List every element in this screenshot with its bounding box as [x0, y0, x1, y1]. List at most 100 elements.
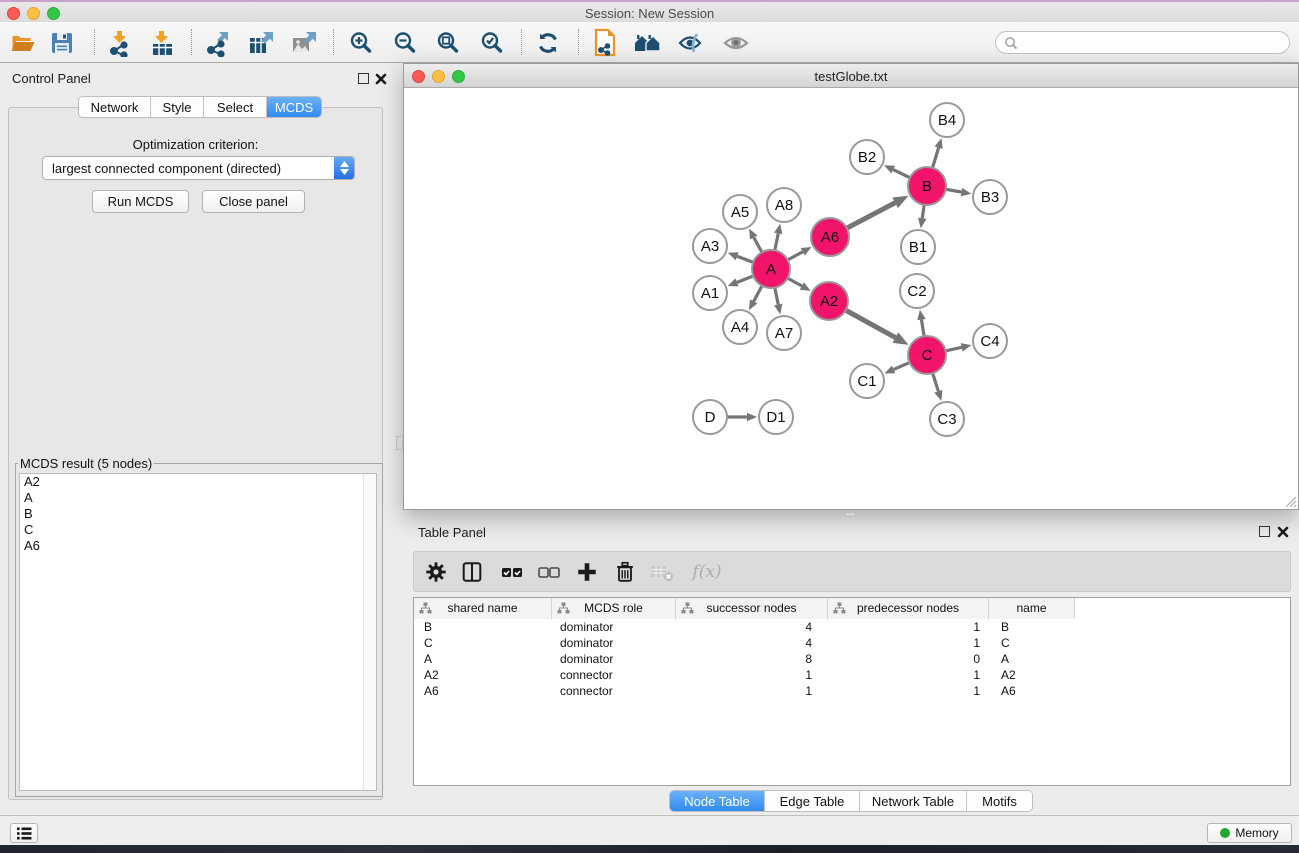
- graph-node-C3[interactable]: C3: [930, 402, 964, 436]
- control-panel-float-button[interactable]: [358, 73, 369, 84]
- table-row[interactable]: A2connector11A2: [414, 667, 1290, 683]
- table-cell[interactable]: dominator: [552, 635, 676, 651]
- control-panel-close-button[interactable]: [375, 73, 387, 85]
- table-cell[interactable]: C: [989, 635, 1075, 651]
- table-cell[interactable]: dominator: [552, 619, 676, 635]
- zoom-in-button[interactable]: [345, 28, 377, 58]
- memory-button[interactable]: Memory: [1207, 823, 1292, 843]
- run-mcds-button[interactable]: Run MCDS: [92, 190, 189, 213]
- network-vertical-scroll-thumb[interactable]: [396, 436, 403, 450]
- table-cell[interactable]: 4: [676, 635, 828, 651]
- save-session-button[interactable]: [46, 28, 78, 58]
- graph-node-A6[interactable]: A6: [811, 218, 849, 256]
- table-row[interactable]: Cdominator41C: [414, 635, 1290, 651]
- import-table-button[interactable]: [146, 28, 178, 58]
- table-cell[interactable]: 1: [828, 619, 989, 635]
- open-session-button[interactable]: [6, 28, 38, 58]
- table-cell[interactable]: 0: [828, 651, 989, 667]
- delete-table-button-disabled[interactable]: [646, 557, 678, 587]
- graph-node-A3[interactable]: A3: [693, 229, 727, 263]
- table-cell[interactable]: 1: [828, 667, 989, 683]
- graph-node-C2[interactable]: C2: [900, 274, 934, 308]
- column-header[interactable]: name: [989, 598, 1075, 619]
- criterion-dropdown[interactable]: largest connected component (directed): [42, 156, 355, 180]
- table-cell[interactable]: A2: [989, 667, 1075, 683]
- delete-column-button[interactable]: [609, 557, 641, 587]
- table-cell[interactable]: A: [989, 651, 1075, 667]
- task-history-button[interactable]: [10, 823, 38, 843]
- graph-node-C4[interactable]: C4: [973, 324, 1007, 358]
- graph-node-C[interactable]: C: [908, 336, 946, 374]
- export-table-button[interactable]: [245, 28, 277, 58]
- function-builder-button-disabled[interactable]: f(x): [686, 557, 728, 587]
- network-window-titlebar[interactable]: testGlobe.txt: [404, 64, 1298, 88]
- zoom-selected-button[interactable]: [476, 28, 508, 58]
- panel-resize-handle[interactable]: [845, 512, 856, 517]
- table-cell[interactable]: 1: [676, 683, 828, 699]
- export-network-button[interactable]: [202, 28, 234, 58]
- table-row[interactable]: Adominator80A: [414, 651, 1290, 667]
- table-cell[interactable]: connector: [552, 667, 676, 683]
- table-cell[interactable]: 8: [676, 651, 828, 667]
- list-scrollbar[interactable]: [363, 474, 376, 790]
- hide-unselected-button[interactable]: [675, 28, 707, 58]
- table-cell[interactable]: connector: [552, 683, 676, 699]
- window-resize-grip[interactable]: [1283, 494, 1297, 508]
- table-cell[interactable]: dominator: [552, 651, 676, 667]
- refresh-button[interactable]: [532, 28, 564, 58]
- home-button[interactable]: [632, 28, 664, 58]
- table-row[interactable]: A6connector11A6: [414, 683, 1290, 699]
- graph-node-C1[interactable]: C1: [850, 364, 884, 398]
- tab-mcds[interactable]: MCDS: [267, 97, 321, 117]
- result-list-item[interactable]: A: [20, 490, 376, 506]
- close-panel-button[interactable]: Close panel: [202, 190, 305, 213]
- graph-node-B4[interactable]: B4: [930, 103, 964, 137]
- table-cell[interactable]: A: [414, 651, 552, 667]
- table-cell[interactable]: C: [414, 635, 552, 651]
- table-panel-float-button[interactable]: [1259, 526, 1270, 537]
- tab-motifs[interactable]: Motifs: [967, 791, 1032, 811]
- network-from-file-button[interactable]: [589, 28, 621, 58]
- table-cell[interactable]: B: [414, 619, 552, 635]
- add-column-button[interactable]: [571, 557, 603, 587]
- graph-node-B2[interactable]: B2: [850, 140, 884, 174]
- tab-network[interactable]: Network: [79, 97, 151, 117]
- table-cell[interactable]: B: [989, 619, 1075, 635]
- table-cell[interactable]: 4: [676, 619, 828, 635]
- result-list-item[interactable]: A2: [20, 474, 376, 490]
- graph-node-B[interactable]: B: [908, 167, 946, 205]
- table-settings-button[interactable]: [420, 557, 452, 587]
- tab-network-table[interactable]: Network Table: [860, 791, 967, 811]
- graph-node-B3[interactable]: B3: [973, 180, 1007, 214]
- graph-node-A1[interactable]: A1: [693, 276, 727, 310]
- graph-node-D1[interactable]: D1: [759, 400, 793, 434]
- mcds-result-list[interactable]: A2ABCA6: [19, 473, 377, 791]
- tab-edge-table[interactable]: Edge Table: [765, 791, 860, 811]
- graph-node-A2[interactable]: A2: [810, 282, 848, 320]
- result-list-item[interactable]: C: [20, 522, 376, 538]
- column-header[interactable]: MCDS role: [552, 598, 676, 619]
- result-list-item[interactable]: A6: [20, 538, 376, 554]
- zoom-out-button[interactable]: [389, 28, 421, 58]
- search-field[interactable]: [995, 31, 1290, 54]
- graph-node-A4[interactable]: A4: [723, 310, 757, 344]
- graph-node-A[interactable]: A: [752, 250, 790, 288]
- export-image-button[interactable]: [288, 28, 320, 58]
- result-list-item[interactable]: B: [20, 506, 376, 522]
- import-network-button[interactable]: [104, 28, 136, 58]
- column-header[interactable]: shared name: [414, 598, 552, 619]
- tab-select[interactable]: Select: [204, 97, 267, 117]
- zoom-fit-button[interactable]: [432, 28, 464, 58]
- tab-node-table[interactable]: Node Table: [670, 791, 765, 811]
- tab-style[interactable]: Style: [151, 97, 204, 117]
- table-cell[interactable]: A6: [414, 683, 552, 699]
- graph-node-B1[interactable]: B1: [901, 230, 935, 264]
- table-cell[interactable]: 1: [828, 635, 989, 651]
- graph-node-A8[interactable]: A8: [767, 188, 801, 222]
- network-canvas[interactable]: B4B2BB3A8A5A6A3B1AC2A1A2A4A7C4CC1C3DD1: [404, 88, 1298, 509]
- table-cell[interactable]: 1: [828, 683, 989, 699]
- column-layout-button[interactable]: [456, 557, 488, 587]
- table-panel-close-button[interactable]: [1277, 526, 1289, 538]
- table-cell[interactable]: A6: [989, 683, 1075, 699]
- deselect-all-checks-button[interactable]: [533, 557, 565, 587]
